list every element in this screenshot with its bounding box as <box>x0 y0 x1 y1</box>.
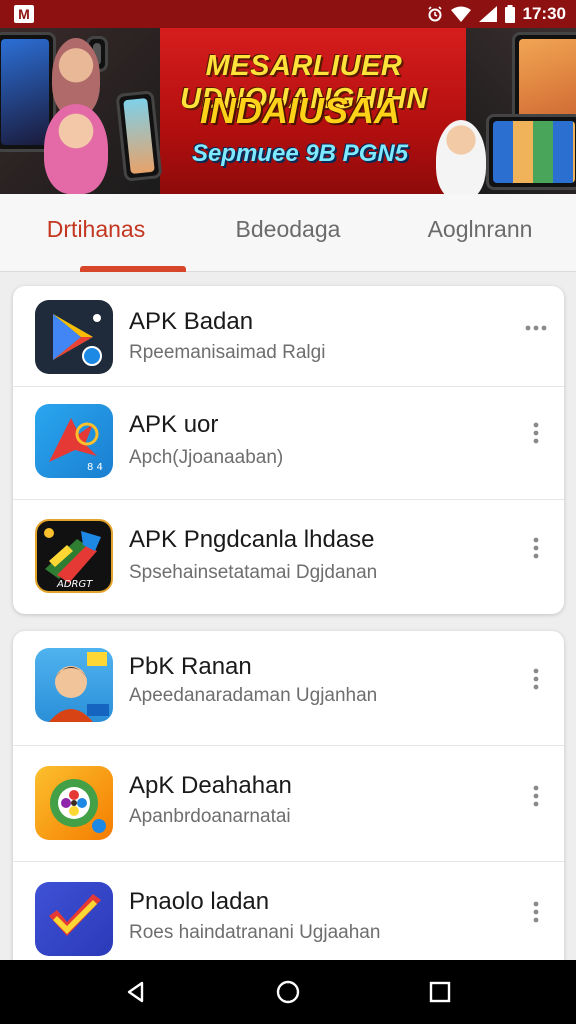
app-title: APK Pngdcanla lhdase <box>129 526 375 553</box>
vertical-dots-icon[interactable] <box>522 898 550 926</box>
vertical-dots-icon[interactable] <box>522 419 550 447</box>
app-list-item[interactable]: APK Badan Rpeemanisaimad Ralgi <box>13 286 564 386</box>
app-list-item[interactable]: 8 4 APK uor Apch(Jjoanaaban) <box>13 387 564 499</box>
recents-icon[interactable] <box>416 968 464 1016</box>
app-title: APK Badan <box>129 308 254 335</box>
wifi-icon <box>450 6 471 22</box>
app-list-item[interactable]: ADRGT APK Pngdcanla lhdase Spsehainsetat… <box>13 500 564 614</box>
tab-drtihanas[interactable]: Drtihanas <box>0 194 192 271</box>
active-tab-indicator <box>80 266 186 272</box>
app-list-item[interactable]: ApK Deahahan Apanbrdoanarnatai <box>13 746 564 861</box>
alarm-icon <box>427 6 442 22</box>
play-store-icon <box>35 300 113 374</box>
red-arrow-app-icon: 8 4 <box>35 404 113 478</box>
app-description: Spsehainsetatamai Dgjdanan <box>129 562 378 583</box>
app-list-item[interactable]: PbK Ranan Apeedanaradaman Ugjanhan <box>13 631 564 745</box>
system-nav-bar <box>0 960 576 1024</box>
tab-bdeodaga[interactable]: Bdeodaga <box>192 194 384 271</box>
svg-text:ADRGT: ADRGT <box>56 579 93 590</box>
vertical-dots-icon[interactable] <box>522 534 550 562</box>
status-bar: M 17:30 <box>0 0 576 28</box>
vertical-dots-icon[interactable] <box>522 782 550 810</box>
app-title: ApK Deahahan <box>129 772 292 799</box>
status-time: 17:30 <box>522 4 566 23</box>
tab-bar: Drtihanas Bdeodaga Aoglnrann <box>0 194 576 272</box>
signal-icon <box>478 6 497 22</box>
battery-icon <box>504 5 515 23</box>
tab-aoglnrann[interactable]: Aoglnrann <box>384 194 576 271</box>
home-icon[interactable] <box>264 968 312 1016</box>
tab-label: Drtihanas <box>46 216 146 242</box>
app-list-card: PbK Ranan Apeedanaradaman Ugjanhan ApK D… <box>13 631 564 971</box>
flower-app-icon <box>35 766 113 840</box>
vertical-dots-icon[interactable] <box>522 665 550 693</box>
app-description: Roes haindatranani Ugjaahan <box>129 922 381 943</box>
tab-label: Bdeodaga <box>235 216 341 242</box>
back-icon[interactable] <box>112 968 160 1016</box>
app-description: Apch(Jjoanaaban) <box>129 447 284 468</box>
avatar-app-icon <box>35 648 113 722</box>
banner-tagline: Sepmuee 9B PGN5 <box>191 140 409 167</box>
app-title: PbK Ranan <box>129 653 252 680</box>
banner-subheadline: INDAIUSAA <box>199 90 400 131</box>
horizontal-dots-icon[interactable] <box>522 314 550 342</box>
checkmark-app-icon <box>35 882 113 956</box>
banner-woman-image <box>44 104 108 194</box>
app-description: Rpeemanisaimad Ralgi <box>129 342 326 363</box>
promo-banner[interactable]: MESARLIUER UDNOUANGHIHN INDAIUSAA Sepmue… <box>0 28 576 194</box>
colorful-brush-app-icon: ADRGT <box>35 519 113 593</box>
app-description: Apeedanaradaman Ugjanhan <box>129 685 378 706</box>
svg-text:8 4: 8 4 <box>87 462 103 473</box>
banner-tablet-image <box>486 114 576 190</box>
app-list-item[interactable]: Pnaolo ladan Roes haindatranani Ugjaahan <box>13 862 564 971</box>
tab-label: Aoglnrann <box>427 216 533 242</box>
app-description: Apanbrdoanarnatai <box>129 806 291 827</box>
app-list-card: APK Badan Rpeemanisaimad Ralgi 8 4 APK u… <box>13 286 564 614</box>
app-title: Pnaolo ladan <box>129 888 270 915</box>
notification-icon: M <box>14 5 34 23</box>
app-title: APK uor <box>129 411 219 438</box>
